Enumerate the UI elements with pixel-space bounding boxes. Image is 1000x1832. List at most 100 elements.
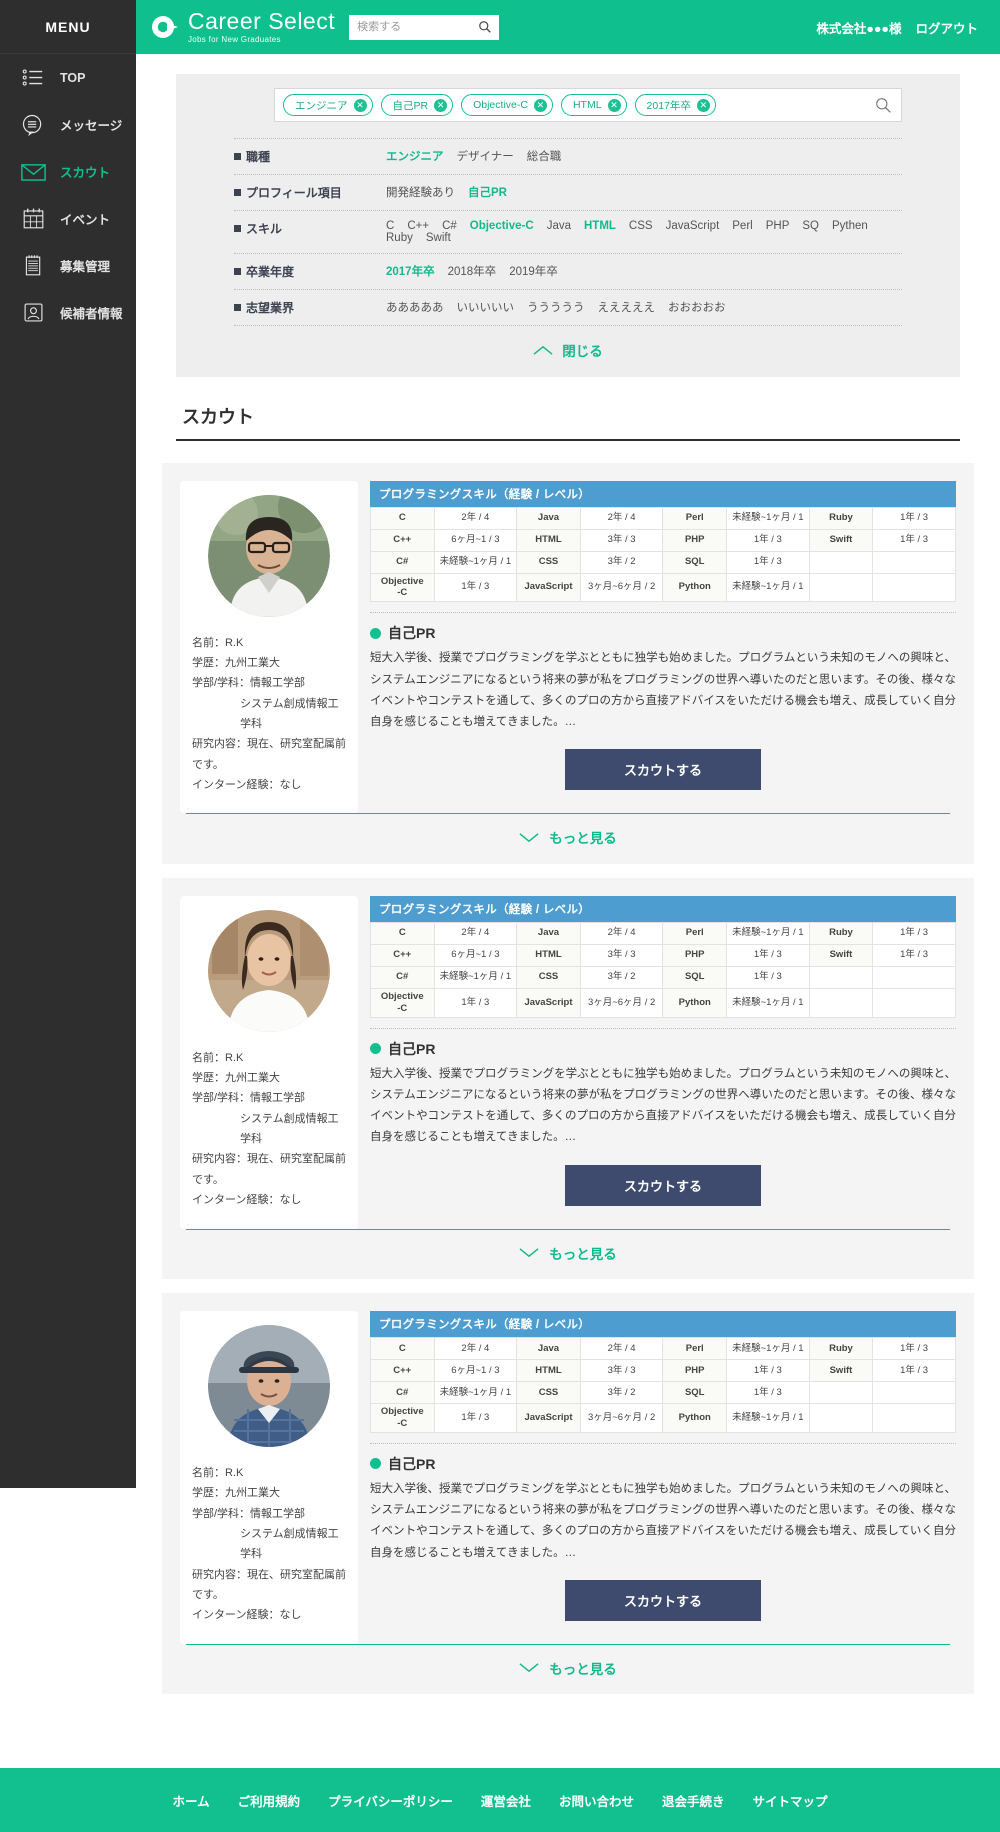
search-icon[interactable] [477, 20, 493, 34]
criteria-option[interactable]: 自己PR [468, 184, 507, 200]
criteria-option[interactable]: ううううう [527, 299, 585, 315]
sidebar-item-label: イベント [60, 213, 111, 227]
chevron-down-icon [519, 833, 539, 842]
show-more-label: もっと見る [549, 831, 617, 847]
show-more-button[interactable]: もっと見る [519, 1243, 617, 1263]
sidebar-item-4[interactable]: イベント [0, 195, 136, 242]
scout-button[interactable]: スカウトする [565, 1164, 761, 1206]
show-more-button[interactable]: もっと見る [519, 1658, 617, 1678]
chevron-down-icon [519, 1248, 539, 1258]
filter-tag[interactable]: 2017年卒 ✕ [634, 94, 716, 116]
criteria-option[interactable]: PHP [766, 220, 790, 232]
skill-level-cell: 2年 / 4 [579, 1337, 664, 1360]
filter-tag[interactable]: HTML ✕ [560, 94, 627, 116]
criteria-option[interactable]: C++ [407, 220, 429, 232]
criteria-option[interactable]: いいいいい [457, 299, 515, 315]
footer-link[interactable]: 運営会社 [481, 1791, 531, 1810]
criteria-option[interactable]: えええええ [598, 299, 656, 315]
remove-tag-icon[interactable]: ✕ [353, 98, 367, 112]
brand-logo[interactable]: Career Select Jobs for New Graduates [150, 10, 335, 44]
skill-row: C 2年 / 4 Java 2年 / 4 Perl 未経験~1ヶ月 / 1 Ruby 1年 /… [370, 506, 956, 530]
criteria-option[interactable]: Ruby [386, 232, 413, 244]
criteria-table: 職種 エンジニア デザイナー 総合職 プロフィール項目 開発経験あり 自己PR スキル C… [234, 138, 902, 326]
footer-link[interactable]: ホーム [173, 1791, 210, 1810]
pr-heading-text: 自己PR [388, 625, 436, 642]
pr-text: 短大入学後、授業でプログラミングを学ぶとともに独学も始めました。プログラムという… [370, 1482, 956, 1559]
candidate-detail: プログラミングスキル（経験 / レベル） C 2年 / 4 Java 2年 / 4 Pe… [370, 1311, 956, 1639]
sidebar-item-6[interactable]: 候補者情報 [0, 289, 136, 336]
skill-level-cell: 1年 / 3 [725, 1359, 810, 1382]
criteria-option[interactable]: 2019年卒 [509, 263, 558, 279]
filter-tag[interactable]: Objective-C ✕ [461, 94, 553, 116]
criteria-option[interactable]: JavaScript [666, 220, 720, 232]
close-filter-button[interactable]: 閉じる [533, 340, 603, 360]
criteria-label-text: 職種 [246, 150, 271, 164]
criteria-option[interactable]: C# [442, 220, 457, 232]
remove-tag-icon[interactable]: ✕ [607, 98, 621, 112]
filter-search-icon[interactable] [873, 95, 893, 115]
logout-link[interactable]: ログアウト [915, 18, 978, 37]
footer-link[interactable]: プライバシーポリシー [328, 1791, 453, 1810]
skill-level-cell [872, 572, 956, 603]
footer-link[interactable]: 退会手続き [662, 1791, 725, 1810]
skill-name-cell: C++ [370, 1359, 435, 1382]
remove-tag-icon[interactable]: ✕ [533, 98, 547, 112]
pr-heading-text: 自己PR [388, 1040, 436, 1057]
calendar-icon [20, 206, 46, 232]
criteria-option[interactable]: 開発経験あり [386, 184, 455, 200]
skill-name-cell [808, 987, 874, 1018]
criteria-option[interactable]: SQ [802, 220, 819, 232]
bullet-dot-icon [370, 627, 381, 639]
skill-name-cell: Swift [808, 528, 874, 552]
remove-tag-icon[interactable]: ✕ [696, 98, 710, 112]
company-name[interactable]: 株式会社●●●様 [816, 18, 901, 37]
footer-link[interactable]: お問い合わせ [559, 1791, 634, 1810]
sidebar-item-1[interactable]: TOP [0, 54, 136, 101]
criteria-option[interactable]: 2018年卒 [448, 263, 497, 279]
skill-name-cell [808, 1381, 874, 1404]
filter-tag[interactable]: 自己PR ✕ [380, 94, 454, 116]
scout-button[interactable]: スカウトする [565, 749, 761, 791]
criteria-option[interactable]: HTML [584, 220, 616, 232]
scout-button[interactable]: スカウトする [565, 1579, 761, 1621]
skill-level-cell [872, 550, 956, 574]
criteria-option[interactable]: CSS [629, 220, 653, 232]
chevron-up-icon [533, 345, 553, 355]
criteria-row: 職種 エンジニア デザイナー 総合職 [234, 138, 902, 175]
show-more-button[interactable]: もっと見る [519, 827, 617, 847]
footer-link[interactable]: サイトマップ [752, 1791, 827, 1810]
skill-level-cell: 1年 / 3 [433, 572, 518, 603]
footer-link[interactable]: ご利用規約 [238, 1791, 301, 1810]
skill-name-cell: SQL [662, 1381, 727, 1404]
menu-header: MENU [0, 0, 136, 54]
sidebar-item-3[interactable]: スカウト [0, 148, 136, 195]
skill-name-cell: JavaScript [516, 1403, 581, 1433]
search-input[interactable] [357, 21, 478, 33]
criteria-option[interactable]: C [386, 220, 394, 232]
criteria-option[interactable]: デザイナー [457, 148, 514, 164]
sidebar-item-5[interactable]: 募集管理 [0, 242, 136, 289]
remove-tag-icon[interactable]: ✕ [434, 98, 448, 112]
skill-level-cell: 2年 / 4 [579, 506, 664, 530]
criteria-option[interactable]: 2017年卒 [386, 263, 435, 279]
skill-row: Objective -C 1年 / 3 JavaScript 3ヶ月~6ヶ月 / 2 Py… [370, 1403, 956, 1433]
criteria-option[interactable]: Objective-C [470, 220, 534, 232]
skill-name-cell: Java [516, 921, 581, 945]
candidate-research: 研究内容：現在、研究室配属前です。 [192, 1568, 346, 1602]
criteria-option[interactable]: おおおおお [668, 299, 726, 315]
pr-heading: 自己PR [370, 1454, 956, 1474]
criteria-option[interactable]: 総合職 [527, 148, 562, 164]
criteria-option[interactable]: Java [547, 220, 571, 232]
criteria-option[interactable]: あああああ [386, 299, 444, 315]
tag-bar[interactable]: エンジニア ✕ 自己PR ✕ Objective-C ✕ HTML ✕ 2017年卒 ✕ [274, 88, 902, 122]
search-box[interactable] [349, 14, 500, 40]
filter-tag[interactable]: エンジニア ✕ [283, 94, 373, 116]
skill-level-cell: 1年 / 3 [725, 550, 810, 574]
skill-row: C 2年 / 4 Java 2年 / 4 Perl 未経験~1ヶ月 / 1 Ruby 1年 /… [370, 1337, 956, 1360]
criteria-option[interactable]: エンジニア [386, 148, 444, 164]
sidebar-item-2[interactable]: メッセージ [0, 101, 136, 148]
criteria-option[interactable]: Pythen [832, 220, 868, 232]
skill-name-cell: PHP [662, 943, 727, 967]
criteria-option[interactable]: Perl [732, 220, 752, 232]
criteria-option[interactable]: Swift [426, 232, 451, 244]
